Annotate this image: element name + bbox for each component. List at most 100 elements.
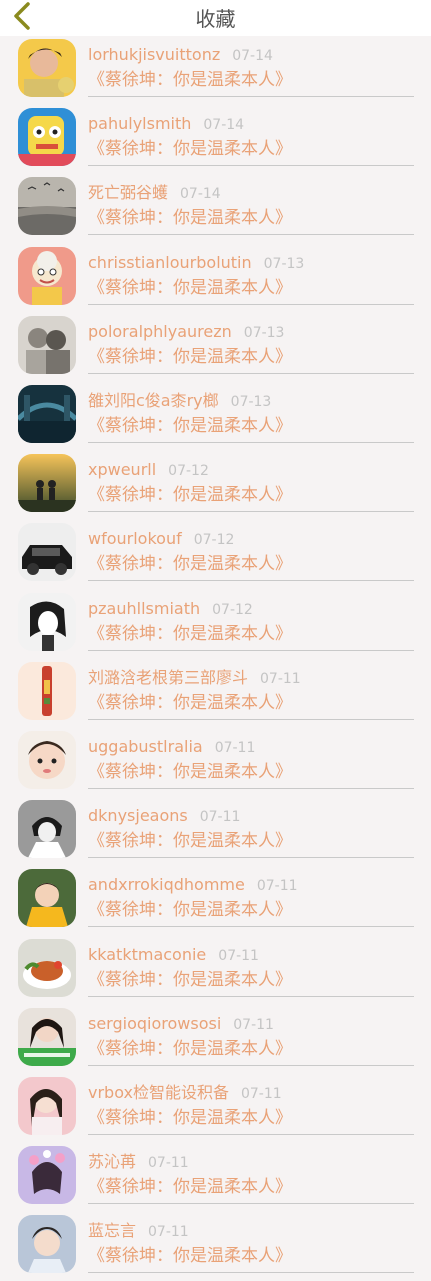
name-line: lorhukjisvuittonz 07-14: [88, 44, 273, 66]
date-label: 07-11: [218, 947, 259, 964]
list-item[interactable]: xpweurll 07-12 《蔡徐坤：你是温柔本人》: [0, 451, 431, 520]
name-line: poloralphlyaurezn 07-13: [88, 321, 284, 343]
avatar[interactable]: [18, 523, 76, 582]
date-label: 07-13: [230, 394, 272, 410]
avatar[interactable]: [18, 938, 76, 997]
list-item[interactable]: pzauhllsmiath 07-12 《蔡徐坤：你是温柔本人》: [0, 590, 431, 659]
article-title[interactable]: 《蔡徐坤：你是温柔本人》: [88, 415, 292, 437]
user-name: wfourlokouf: [88, 529, 182, 549]
avatar[interactable]: [18, 592, 76, 651]
user-name: chrisstianlourbolutin: [88, 252, 252, 272]
avatar[interactable]: [18, 385, 76, 443]
avatar[interactable]: [18, 246, 76, 305]
article-title[interactable]: 《蔡徐坤：你是温柔本人》: [88, 1245, 292, 1267]
avatar[interactable]: [18, 1077, 76, 1135]
divider: [88, 234, 414, 236]
name-line: 雒刘阳c俊a桼ry榔 07-13: [88, 390, 271, 412]
divider: [88, 788, 414, 789]
name-line: andxrrokiqdhomme 07-11: [88, 874, 298, 896]
user-name: 雒刘阳c俊a桼ry榔: [88, 391, 219, 410]
article-title[interactable]: 《蔡徐坤：你是温柔本人》: [88, 1038, 292, 1060]
header-bar: 收藏: [0, 0, 431, 36]
avatar[interactable]: [18, 731, 76, 789]
divider: [88, 1064, 414, 1066]
divider: [88, 649, 414, 651]
article-title[interactable]: 《蔡徐坤：你是温柔本人》: [88, 138, 292, 160]
user-name: lorhukjisvuittonz: [88, 45, 221, 64]
date-label: 07-14: [232, 48, 273, 64]
user-name: 蓝忘言: [88, 1221, 137, 1241]
user-name: dknysjeaons: [88, 806, 188, 826]
name-line: kkatktmaconie 07-11: [88, 944, 259, 966]
user-name: 刘潞浛老根第三部廖斗: [88, 667, 249, 687]
date-label: 07-12: [193, 532, 235, 549]
avatar[interactable]: [18, 1215, 76, 1274]
article-title[interactable]: 《蔡徐坤：你是温柔本人》: [88, 899, 292, 921]
list-item[interactable]: 刘潞浛老根第三部廖斗 07-11 《蔡徐坤：你是温柔本人》: [0, 659, 431, 728]
list-item[interactable]: pahulylsmith 07-14 《蔡徐坤：你是温柔本人》: [0, 105, 431, 174]
article-title[interactable]: 《蔡徐坤：你是温柔本人》: [88, 969, 292, 991]
avatar[interactable]: [18, 454, 76, 513]
date-label: 07-11: [240, 1086, 282, 1102]
article-title[interactable]: 《蔡徐坤：你是温柔本人》: [88, 207, 292, 229]
avatar[interactable]: [18, 177, 76, 236]
list-item[interactable]: vrbox检智能设积备 07-11 《蔡徐坤：你是温柔本人》: [0, 1074, 431, 1143]
date-label: 07-11: [148, 1224, 189, 1241]
article-title[interactable]: 《蔡徐坤：你是温柔本人》: [88, 830, 292, 852]
list-item[interactable]: 死亡弼谷蠖 07-14 《蔡徐坤：你是温柔本人》: [0, 174, 431, 243]
list-item[interactable]: wfourlokouf 07-12 《蔡徐坤：你是温柔本人》: [0, 520, 431, 589]
user-name: kkatktmaconie: [88, 944, 207, 964]
avatar[interactable]: [18, 1007, 76, 1066]
user-name: 死亡弼谷蠖: [88, 183, 169, 203]
divider: [88, 303, 414, 305]
name-line: 苏沁苒 07-11: [88, 1151, 189, 1173]
avatar[interactable]: [18, 800, 76, 859]
user-name: uggabustlralia: [88, 737, 203, 756]
name-line: chrisstianlourbolutin 07-13: [88, 252, 304, 274]
list-item[interactable]: 蓝忘言 07-11 《蔡徐坤：你是温柔本人》: [0, 1212, 431, 1281]
user-name: sergioqiorowsosi: [88, 1013, 222, 1033]
avatar[interactable]: [18, 39, 76, 97]
article-title[interactable]: 《蔡徐坤：你是温柔本人》: [88, 277, 292, 299]
article-title[interactable]: 《蔡徐坤：你是温柔本人》: [88, 484, 292, 506]
article-title[interactable]: 《蔡徐坤：你是温柔本人》: [88, 761, 292, 783]
article-title[interactable]: 《蔡徐坤：你是温柔本人》: [88, 1176, 292, 1198]
list-item[interactable]: kkatktmaconie 07-11 《蔡徐坤：你是温柔本人》: [0, 936, 431, 1005]
name-line: pzauhllsmiath 07-12: [88, 598, 253, 620]
date-label: 07-12: [168, 463, 209, 480]
avatar[interactable]: [18, 1146, 76, 1205]
avatar[interactable]: [18, 108, 76, 167]
avatar[interactable]: [18, 869, 76, 928]
name-line: 死亡弼谷蠖 07-14: [88, 182, 221, 204]
name-line: wfourlokouf 07-12: [88, 528, 234, 550]
name-line: 刘潞浛老根第三部廖斗 07-11: [88, 667, 301, 689]
list-item[interactable]: sergioqiorowsosi 07-11 《蔡徐坤：你是温柔本人》: [0, 1005, 431, 1074]
divider: [88, 372, 414, 374]
avatar[interactable]: [18, 661, 76, 720]
list-item[interactable]: uggabustlralia 07-11 《蔡徐坤：你是温柔本人》: [0, 728, 431, 797]
date-label: 07-13: [263, 255, 305, 272]
date-label: 07-11: [233, 1016, 274, 1033]
avatar[interactable]: [18, 315, 76, 374]
article-title[interactable]: 《蔡徐坤：你是温柔本人》: [88, 1107, 292, 1129]
name-line: dknysjeaons 07-11: [88, 805, 240, 827]
date-label: 07-11: [148, 1155, 189, 1172]
article-title[interactable]: 《蔡徐坤：你是温柔本人》: [88, 346, 292, 368]
date-label: 07-14: [203, 117, 245, 134]
divider: [88, 511, 414, 513]
list-item[interactable]: chrisstianlourbolutin 07-13 《蔡徐坤：你是温柔本人》: [0, 244, 431, 313]
list-item[interactable]: dknysjeaons 07-11 《蔡徐坤：你是温柔本人》: [0, 797, 431, 866]
name-line: pahulylsmith 07-14: [88, 113, 244, 135]
article-title[interactable]: 《蔡徐坤：你是温柔本人》: [88, 623, 292, 645]
list-item[interactable]: lorhukjisvuittonz 07-14 《蔡徐坤：你是温柔本人》: [0, 36, 431, 105]
article-title[interactable]: 《蔡徐坤：你是温柔本人》: [88, 553, 292, 575]
list-item[interactable]: andxrrokiqdhomme 07-11 《蔡徐坤：你是温柔本人》: [0, 866, 431, 935]
name-line: vrbox检智能设积备 07-11: [88, 1082, 282, 1104]
article-title[interactable]: 《蔡徐坤：你是温柔本人》: [88, 69, 292, 91]
list-item[interactable]: 苏沁苒 07-11 《蔡徐坤：你是温柔本人》: [0, 1143, 431, 1212]
list-item[interactable]: 雒刘阳c俊a桼ry榔 07-13 《蔡徐坤：你是温柔本人》: [0, 382, 431, 451]
list-item[interactable]: poloralphlyaurezn 07-13 《蔡徐坤：你是温柔本人》: [0, 313, 431, 382]
date-label: 07-14: [180, 186, 221, 203]
user-name: vrbox检智能设积备: [88, 1083, 229, 1102]
article-title[interactable]: 《蔡徐坤：你是温柔本人》: [88, 692, 292, 714]
